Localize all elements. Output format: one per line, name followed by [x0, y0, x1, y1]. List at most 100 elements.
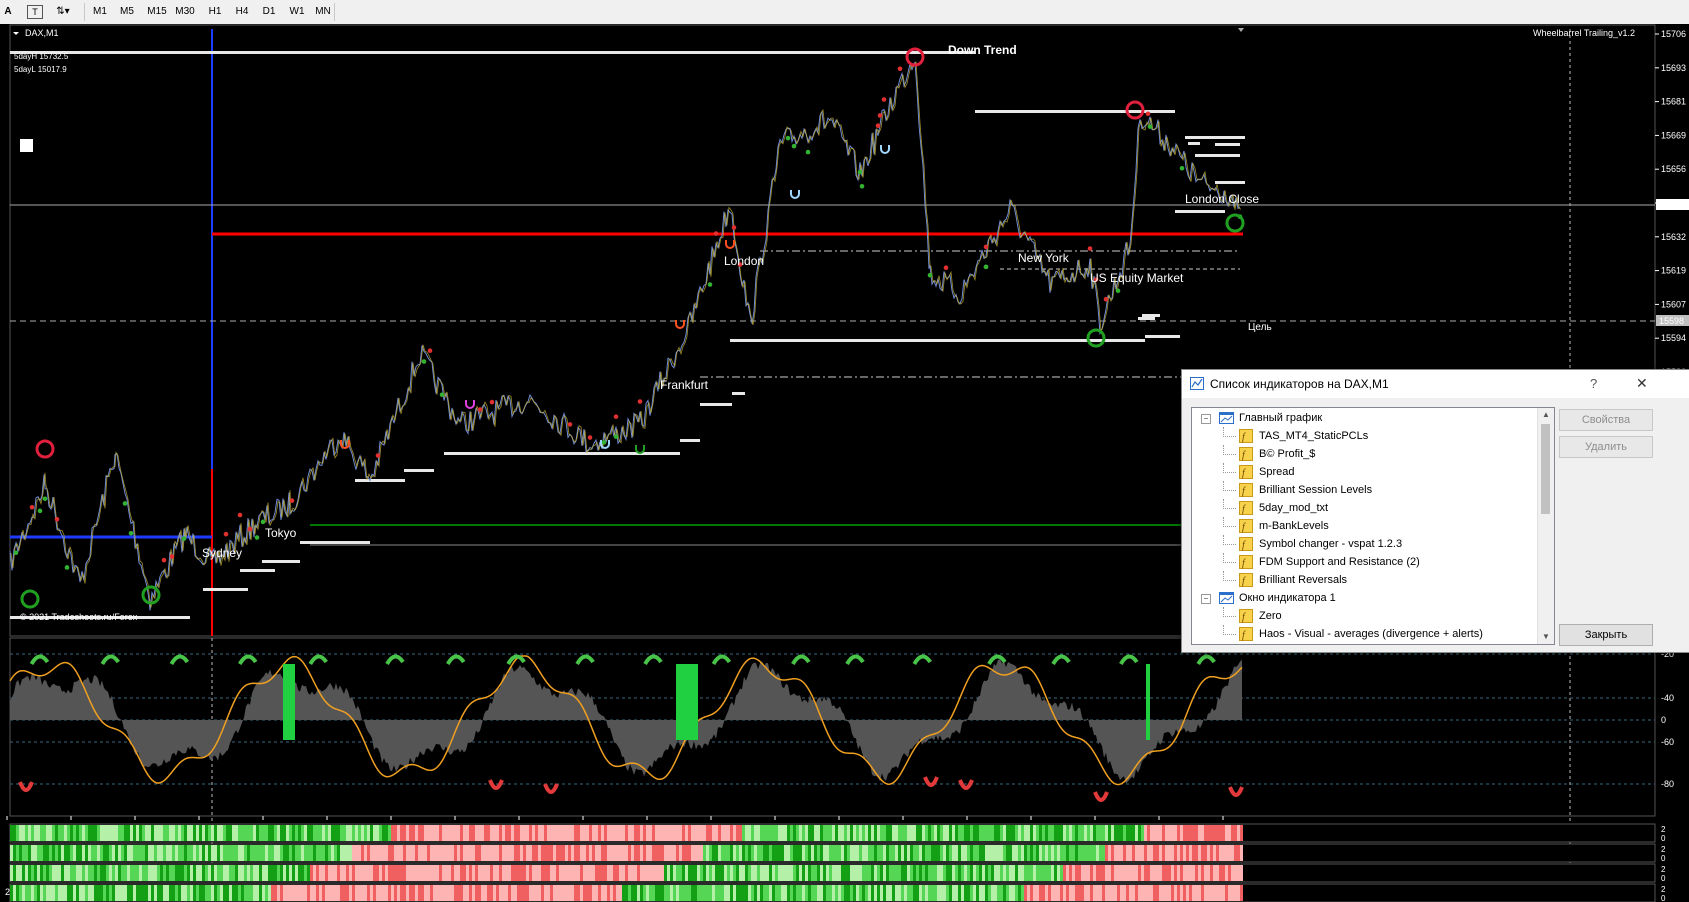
tree-indicator-item[interactable]: f B© Profit_$: [1192, 445, 1532, 463]
scroll-down-icon[interactable]: ▼: [1538, 630, 1554, 644]
tree-indicator-item[interactable]: f 5day_mod_txt: [1192, 499, 1532, 517]
heatmap-cell: [868, 885, 871, 901]
timeframe-button-m1[interactable]: M1: [87, 3, 113, 20]
heatmap-cell: [949, 865, 952, 881]
heatmap-cell: [1186, 825, 1189, 841]
support-resistance-segment: [1142, 314, 1160, 317]
tree-indicator-item[interactable]: f Symbol changer - vspat 1.2.3: [1192, 535, 1532, 553]
support-resistance-segment: [444, 452, 680, 455]
heatmap-cell: [688, 825, 691, 841]
indicator-list-dialog[interactable]: Список индикаторов на DAX,M1 ? ✕ − Главны…: [1181, 369, 1689, 653]
collapse-icon[interactable]: −: [1201, 414, 1211, 424]
text-label-tool-icon[interactable]: T: [27, 5, 43, 19]
tree-indicator-item[interactable]: f Haos - Visual - averages (divergence + …: [1192, 625, 1532, 643]
scroll-thumb[interactable]: [1541, 424, 1550, 514]
heatmap-cell: [373, 885, 376, 901]
timeframe-button-m5[interactable]: M5: [114, 3, 140, 20]
heatmap-cell: [1147, 845, 1150, 861]
heatmap-cell: [1090, 885, 1093, 901]
strip-scale-label: 0: [1661, 894, 1666, 902]
heatmap-cell: [13, 825, 16, 841]
indicator-tree[interactable]: − Главный график f TAS_MT4_StaticPCLs f B© Pr…: [1191, 407, 1555, 645]
tree-window-node[interactable]: − Окно индикатора 1: [1192, 589, 1532, 607]
heatmap-cell: [73, 885, 76, 901]
heatmap-cell: [745, 825, 748, 841]
scroll-up-icon[interactable]: ▲: [1538, 408, 1554, 422]
help-icon[interactable]: ?: [1590, 376, 1597, 391]
heatmap-cell: [1228, 845, 1231, 861]
heatmap-cell: [1177, 845, 1180, 861]
tree-connector: [1223, 625, 1236, 635]
heatmap-cell: [493, 845, 496, 861]
close-icon[interactable]: ✕: [1636, 375, 1648, 392]
heatmap-cell: [568, 825, 571, 841]
tree-indicator-item[interactable]: f m-BankLevels: [1192, 517, 1532, 535]
tree-scrollbar[interactable]: ▲ ▼: [1537, 408, 1554, 644]
heatmap-cell: [1024, 845, 1027, 861]
dialog-titlebar[interactable]: Список индикаторов на DAX,M1 ? ✕: [1182, 370, 1689, 398]
tree-indicator-item[interactable]: f Brilliant Reversals: [1192, 571, 1532, 589]
tree-indicator-item[interactable]: f TAS_MT4_StaticPCLs: [1192, 427, 1532, 445]
timeframe-button-w1[interactable]: W1: [284, 3, 310, 20]
heatmap-cell: [910, 885, 913, 901]
tree-indicator-item[interactable]: f Zero: [1192, 607, 1532, 625]
collapse-icon[interactable]: −: [1201, 594, 1211, 604]
timeframe-button-h1[interactable]: H1: [202, 3, 228, 20]
tree-indicator-item[interactable]: f Spread: [1192, 463, 1532, 481]
heatmap-cell: [814, 865, 817, 881]
heatmap-cell: [247, 845, 250, 861]
heatmap-cell: [121, 825, 124, 841]
heatmap-cell: [325, 865, 328, 881]
heatmap-cell: [931, 845, 934, 861]
heatmap-cell: [100, 885, 103, 901]
heatmap-cell: [1081, 825, 1084, 841]
heatmap-cell: [826, 865, 829, 881]
heatmap-cell: [1234, 845, 1237, 861]
properties-button[interactable]: Свойства: [1559, 409, 1653, 431]
heatmap-cell: [61, 845, 64, 861]
tree-indicator-item[interactable]: f Brilliant Session Levels: [1192, 481, 1532, 499]
heatmap-cell: [1216, 885, 1219, 901]
tree-window-node[interactable]: − Главный график: [1192, 409, 1532, 427]
timeframe-button-h4[interactable]: H4: [229, 3, 255, 20]
close-button[interactable]: Закрыть: [1559, 624, 1653, 646]
timeframe-button-mn[interactable]: MN: [310, 3, 336, 20]
tree-item-label: Brilliant Reversals: [1259, 574, 1348, 586]
timeframe-button-m15[interactable]: M15: [144, 3, 170, 20]
strip-scale-label: 0: [1661, 874, 1666, 883]
timeframe-button-m30[interactable]: M30: [172, 3, 198, 20]
heatmap-cell: [49, 885, 52, 901]
heatmap-cell: [1117, 865, 1120, 881]
reversal-dot: [375, 453, 381, 458]
heatmap-cell: [1030, 845, 1033, 861]
heatmap-cell: [181, 885, 184, 901]
heatmap-cell: [1171, 865, 1174, 881]
heatmap-cell: [142, 825, 145, 841]
delete-button[interactable]: Удалить: [1559, 436, 1653, 458]
heatmap-cell: [685, 825, 688, 841]
heatmap-cell: [541, 885, 544, 901]
heatmap-cell: [871, 865, 874, 881]
timeframe-button-d1[interactable]: D1: [256, 3, 282, 20]
chart-area[interactable]: 1570615693156811566915656156441563215619…: [0, 24, 1689, 902]
heatmap-cell: [1162, 845, 1165, 861]
text-tool-icon[interactable]: A: [3, 3, 13, 20]
tree-indicator-item[interactable]: f FDM Support and Resistance (2): [1192, 553, 1532, 571]
reversal-dot: [731, 225, 737, 230]
heatmap-cell: [1141, 865, 1144, 881]
arrows-tool-icon[interactable]: ⇅▾: [52, 3, 74, 20]
heatmap-cell: [730, 885, 733, 901]
heatmap-cell: [154, 865, 157, 881]
heatmap-cell: [1159, 825, 1162, 841]
heatmap-cell: [1057, 825, 1060, 841]
heatmap-cell: [670, 845, 673, 861]
heatmap-cell: [445, 825, 448, 841]
heatmap-cell: [772, 865, 775, 881]
heatmap-cell: [1084, 845, 1087, 861]
heatmap-cell: [130, 885, 133, 901]
heatmap-cell: [595, 825, 598, 841]
heatmap-cell: [976, 885, 979, 901]
heatmap-cell: [181, 845, 184, 861]
heatmap-cell: [283, 885, 286, 901]
heatmap-cell: [772, 825, 775, 841]
